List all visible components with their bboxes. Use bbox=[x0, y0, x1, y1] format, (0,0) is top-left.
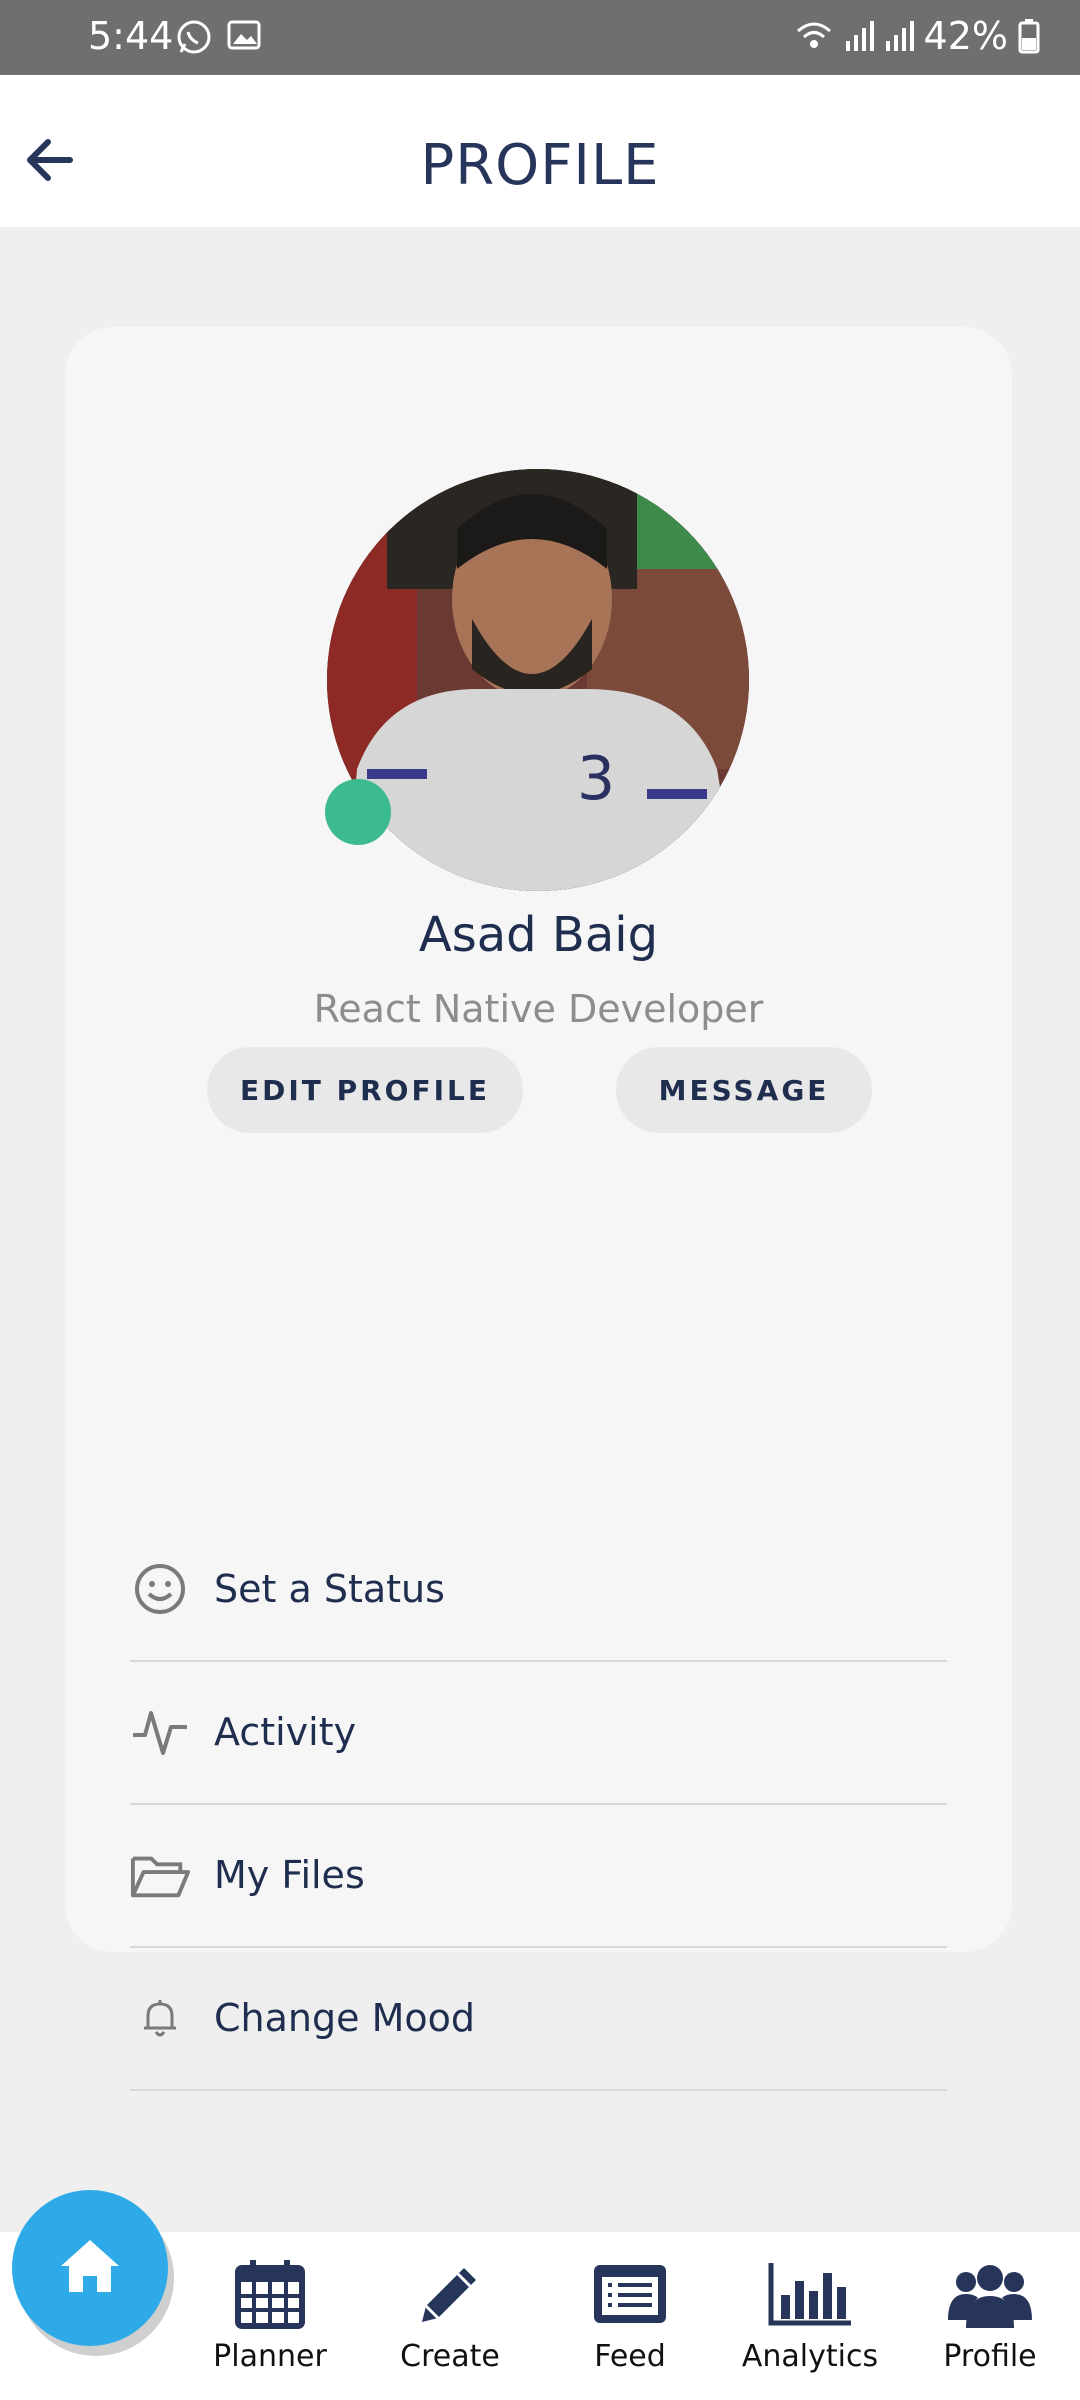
whatsapp-icon bbox=[175, 18, 213, 56]
menu-item-label: Change Mood bbox=[214, 1995, 475, 2040]
menu-item-label: Set a Status bbox=[214, 1566, 445, 1611]
home-button[interactable] bbox=[12, 2190, 168, 2346]
feed-icon bbox=[560, 2255, 700, 2333]
chart-icon bbox=[740, 2255, 880, 2333]
status-bar: 5:44 42% bbox=[0, 0, 1080, 75]
signal-icon bbox=[884, 19, 914, 53]
nav-label: Planner bbox=[213, 2339, 327, 2374]
menu-item-change-mood[interactable]: Change Mood bbox=[130, 1946, 947, 2091]
nav-item-profile[interactable]: Profile bbox=[920, 2255, 1060, 2374]
nav-label: Create bbox=[400, 2339, 500, 2374]
pencil-icon bbox=[380, 2255, 520, 2333]
nav-item-create[interactable]: Create bbox=[380, 2255, 520, 2374]
nav-label: Feed bbox=[594, 2339, 666, 2374]
menu-item-activity[interactable]: Activity bbox=[130, 1660, 947, 1805]
calendar-icon bbox=[200, 2255, 340, 2333]
edit-profile-button[interactable]: EDIT PROFILE bbox=[207, 1047, 523, 1133]
menu-item-label: Activity bbox=[214, 1709, 357, 1754]
online-status-indicator bbox=[325, 779, 391, 845]
profile-role: React Native Developer bbox=[313, 987, 764, 1031]
menu-item-label: My Files bbox=[214, 1852, 365, 1897]
nav-item-planner[interactable]: Planner bbox=[200, 2255, 340, 2374]
page-title: PROFILE bbox=[420, 133, 660, 198]
status-time: 5:44 bbox=[88, 14, 174, 58]
folder-icon bbox=[130, 1845, 190, 1905]
profile-card: 3 Asad Baig React Native Developer EDIT … bbox=[65, 327, 1012, 2091]
signal-icon bbox=[844, 19, 874, 53]
menu-item-my-files[interactable]: My Files bbox=[130, 1803, 947, 1948]
menu-item-set-status[interactable]: Set a Status bbox=[130, 1517, 947, 1662]
home-icon bbox=[57, 2236, 123, 2300]
avatar-container: 3 bbox=[325, 469, 749, 891]
nav-item-analytics[interactable]: Analytics bbox=[740, 2255, 880, 2374]
wifi-icon bbox=[794, 19, 834, 53]
battery-icon bbox=[1018, 18, 1040, 54]
avatar[interactable]: 3 bbox=[327, 469, 749, 891]
smile-icon bbox=[130, 1559, 190, 1619]
battery-percent: 42% bbox=[923, 14, 1008, 58]
bell-icon bbox=[130, 1988, 190, 2048]
users-icon bbox=[920, 2255, 1060, 2333]
app-header: PROFILE bbox=[0, 75, 1080, 227]
message-button[interactable]: MESSAGE bbox=[616, 1047, 872, 1133]
gallery-icon bbox=[227, 18, 261, 56]
nav-label: Analytics bbox=[741, 2339, 879, 2374]
nav-item-feed[interactable]: Feed bbox=[560, 2255, 700, 2374]
activity-icon bbox=[130, 1702, 190, 1762]
nav-label: Profile bbox=[943, 2339, 1037, 2374]
profile-name: Asad Baig bbox=[418, 907, 659, 963]
svg-text:3: 3 bbox=[577, 744, 615, 814]
